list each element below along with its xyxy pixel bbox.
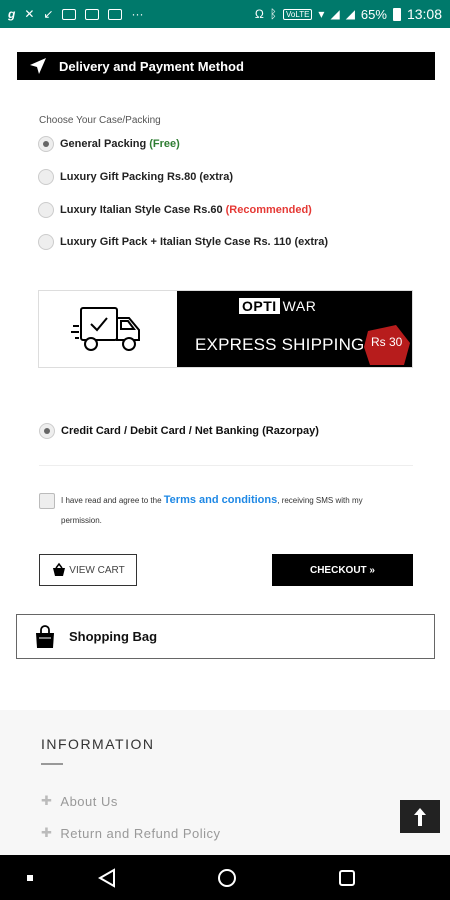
packing-option-gift-and-case[interactable]: Luxury Gift Pack + Italian Style Case Rs… (38, 234, 328, 250)
radio-button[interactable] (38, 202, 54, 218)
home-button[interactable] (212, 855, 242, 900)
battery-icon (392, 7, 401, 21)
navigation-arrow-icon (30, 58, 46, 74)
packing-option-italian-case[interactable]: Luxury Italian Style Case Rs.60 (Recomme… (38, 202, 312, 218)
footer-title: INFORMATION (41, 736, 155, 752)
volte-icon: VoLTE (283, 8, 313, 20)
payment-option-razorpay[interactable]: Credit Card / Debit Card / Net Banking (… (39, 423, 319, 439)
footer-link-label: Return and Refund Policy (60, 825, 221, 841)
delivery-truck-icon (71, 307, 140, 351)
clock: 13:08 (406, 6, 442, 22)
terms-prefix: I have read and agree to the (61, 496, 162, 505)
divider (39, 465, 413, 466)
option-label: General Packing (60, 138, 147, 150)
brand-left: OPTI (239, 298, 280, 314)
android-navigation-bar (0, 855, 450, 900)
brand-right: WAR (282, 298, 317, 314)
footer: INFORMATION ✚ About Us ✚ Return and Refu… (0, 710, 450, 855)
back-triangle-icon (98, 867, 115, 888)
view-cart-label: VIEW CART (69, 564, 125, 576)
home-circle-icon (218, 868, 236, 887)
nav-dot (20, 855, 40, 900)
radio-button[interactable] (38, 234, 54, 250)
system-icons: Ω ᛒ VoLTE ▾ ◢ ◢ 65% 13:08 (255, 6, 442, 22)
x-icon: ✕ (24, 7, 35, 21)
footer-link-return-refund[interactable]: ✚ Return and Refund Policy (41, 825, 221, 841)
truck-area (39, 291, 177, 367)
packing-option-gift[interactable]: Luxury Gift Packing Rs.80 (extra) (38, 169, 233, 185)
footer-link-label: About Us (60, 793, 118, 809)
option-extra: (Free) (149, 138, 180, 150)
plus-icon: ✚ (41, 825, 53, 840)
arrow-up-icon (414, 807, 426, 826)
checkout-button[interactable]: CHECKOUT » (272, 554, 413, 586)
banner-dark-area: OPTI WAR EXPRESS SHIPPING Rs 30 (177, 291, 412, 367)
shopping-bag-label: Shopping Bag (69, 629, 158, 644)
brand-logo: OPTI WAR (239, 298, 316, 314)
shopping-bag-icon (36, 624, 54, 648)
radio-button[interactable] (39, 423, 55, 439)
shopping-bag-section[interactable]: Shopping Bag (16, 614, 435, 659)
recents-button[interactable] (332, 855, 362, 900)
terms-agreement: I have read and agree to the Terms and c… (39, 490, 399, 531)
shipping-price: Rs 30 (371, 335, 403, 349)
signal-icon: ◢ (345, 7, 355, 21)
basket-icon (53, 562, 66, 576)
section-title: Delivery and Payment Method (59, 58, 244, 74)
back-button[interactable] (92, 855, 122, 900)
option-extra: (Recommended) (225, 204, 312, 216)
option-label: Luxury Italian Style Case Rs.60 (60, 204, 223, 216)
view-cart-button[interactable]: VIEW CART (39, 554, 137, 586)
dot-icon (27, 874, 33, 881)
delivery-payment-header: Delivery and Payment Method (17, 52, 435, 80)
back-to-top-button[interactable] (400, 800, 440, 833)
express-shipping-banner: OPTI WAR EXPRESS SHIPPING Rs 30 (38, 290, 413, 368)
headset-icon: Ω (254, 7, 264, 21)
gallery-icon (85, 8, 100, 20)
choose-case-label: Choose Your Case/Packing (39, 115, 161, 126)
more-icon: ··· (131, 7, 144, 21)
footer-link-about-us[interactable]: ✚ About Us (41, 793, 118, 809)
gallery-icon (62, 8, 77, 20)
footer-underline (41, 763, 63, 765)
wifi-icon: ▾ (318, 7, 325, 21)
mail-icon (108, 8, 123, 20)
price-tag: Rs 30 (362, 325, 412, 367)
plus-icon: ✚ (41, 793, 53, 808)
express-shipping-text: EXPRESS SHIPPING (195, 335, 365, 354)
radio-button[interactable] (38, 136, 54, 152)
option-label: Luxury Gift Pack + Italian Style Case Rs… (60, 236, 329, 248)
bluetooth-icon: ᛒ (269, 7, 277, 21)
radio-button[interactable] (38, 169, 54, 185)
missed-call-icon: ↙ (43, 7, 54, 21)
g-icon: g (8, 7, 16, 21)
recents-square-icon (339, 869, 355, 886)
terms-checkbox[interactable] (39, 493, 55, 509)
packing-option-general[interactable]: General Packing (Free) (38, 136, 180, 152)
terms-text: I have read and agree to the Terms and c… (39, 490, 399, 531)
terms-link[interactable]: Terms and conditions (164, 494, 277, 506)
payment-label: Credit Card / Debit Card / Net Banking (… (61, 425, 319, 437)
checkout-label: CHECKOUT » (309, 564, 375, 576)
notification-icons: g ✕ ↙ ··· (8, 8, 143, 20)
option-label: Luxury Gift Packing Rs.80 (extra) (60, 171, 233, 183)
status-bar: g ✕ ↙ ··· Ω ᛒ VoLTE ▾ ◢ ◢ 65% 13:08 (0, 0, 450, 28)
signal-icon: ◢ (330, 7, 340, 21)
battery-percent: 65% (360, 6, 387, 22)
